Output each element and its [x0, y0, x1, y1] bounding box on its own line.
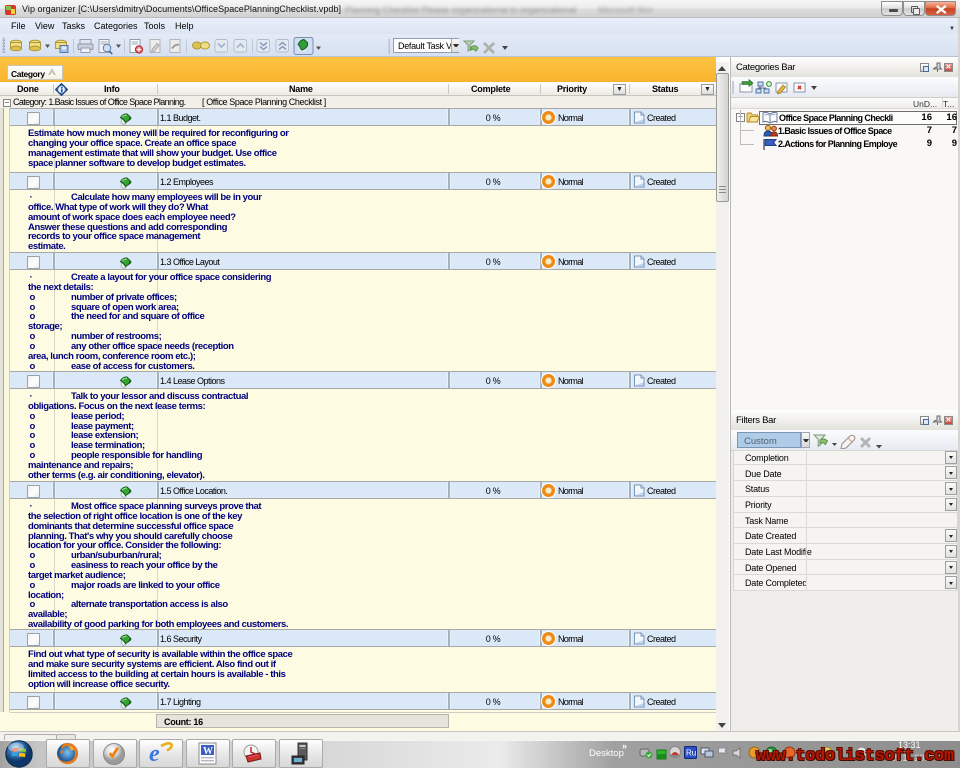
- svg-text:W: W: [203, 746, 213, 757]
- svg-text:e: e: [149, 741, 160, 766]
- svg-text:Ru: Ru: [686, 749, 696, 758]
